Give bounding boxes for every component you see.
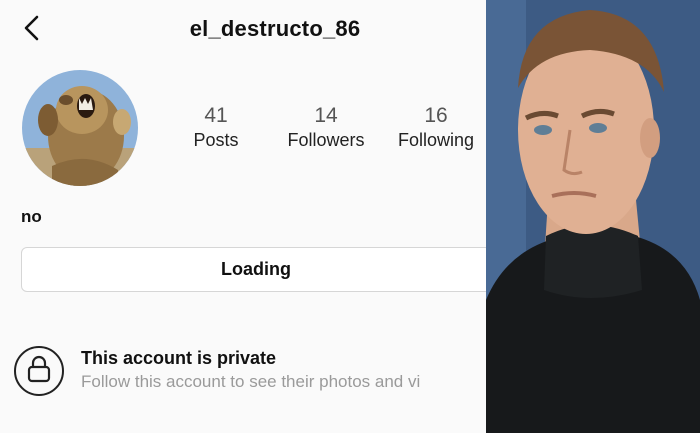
private-lock-badge xyxy=(14,346,64,396)
private-account-subtitle: Follow this account to see their photos … xyxy=(81,372,421,391)
stat-followers-count: 14 xyxy=(314,104,338,127)
portrait-photo xyxy=(486,0,700,433)
profile-screen: el_destructo_86 41 Posts 14 Followers 16… xyxy=(0,0,486,433)
private-account-title: This account is private xyxy=(81,348,277,368)
stat-following-count: 16 xyxy=(424,104,448,127)
back-button[interactable] xyxy=(14,12,50,48)
stat-posts-count: 41 xyxy=(204,104,228,127)
stat-posts[interactable]: 41 Posts xyxy=(178,104,254,152)
profile-username: el_destructo_86 xyxy=(189,16,361,41)
stat-following[interactable]: 16 Following xyxy=(390,104,482,152)
loading-button[interactable]: Loading xyxy=(21,247,486,292)
avatar[interactable] xyxy=(22,70,138,186)
stat-followers[interactable]: 14 Followers xyxy=(280,104,372,152)
profile-bio: no xyxy=(21,207,42,226)
stat-followers-label: Followers xyxy=(287,130,365,150)
profile-stats: 41 Posts 14 Followers 16 Following xyxy=(178,104,478,164)
stat-posts-label: Posts xyxy=(193,130,239,150)
stat-following-label: Following xyxy=(397,130,475,150)
lock-icon xyxy=(26,355,52,388)
chevron-left-icon xyxy=(21,14,43,47)
